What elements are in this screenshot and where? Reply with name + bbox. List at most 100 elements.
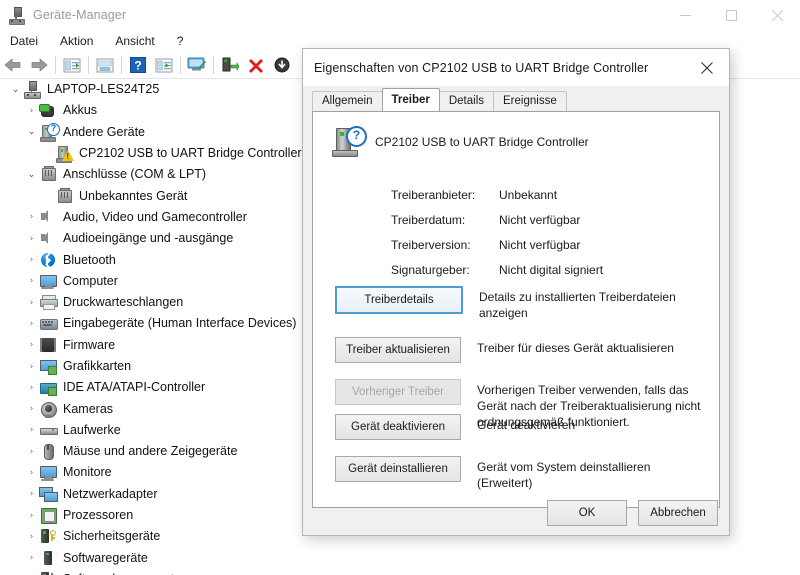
properties-dialog: Eigenschaften von CP2102 USB to UART Bri…: [302, 48, 730, 536]
uninstall-device-icon[interactable]: [243, 53, 269, 77]
tree-item-label: Firmware: [63, 335, 115, 356]
enable-device-icon[interactable]: [217, 53, 243, 77]
chevron-right-icon[interactable]: ›: [24, 484, 39, 505]
info-key: Treiberdatum:: [391, 213, 499, 227]
tree-item-label: Unbekanntes Gerät: [79, 186, 187, 207]
mouse-icon: [39, 443, 57, 460]
minimize-button[interactable]: [662, 0, 708, 30]
chevron-right-icon[interactable]: ›: [24, 313, 39, 334]
help-icon[interactable]: ?: [125, 53, 151, 77]
close-button[interactable]: [754, 0, 800, 30]
firmware-icon: [39, 337, 57, 354]
update-driver-icon[interactable]: [92, 53, 118, 77]
chevron-right-icon[interactable]: ›: [24, 250, 39, 271]
chevron-right-icon[interactable]: ›: [24, 505, 39, 526]
speaker-icon: [39, 230, 57, 247]
chevron-right-icon[interactable]: ›: [24, 207, 39, 228]
disable-device-button[interactable]: Gerät deaktivieren: [335, 414, 461, 440]
window-titlebar: Geräte-Manager: [0, 0, 800, 30]
monitor-icon: [39, 464, 57, 481]
port-icon: [39, 166, 57, 183]
info-value: Unbekannt: [499, 188, 557, 202]
tree-item-softwarekomponenten[interactable]: › Softwarekomponenten: [0, 569, 800, 575]
update-driver-description: Treiber für dieses Gerät aktualisieren: [477, 337, 674, 363]
cancel-button[interactable]: Abbrechen: [638, 500, 718, 526]
properties-icon[interactable]: [59, 53, 85, 77]
display-adapter-icon: [39, 358, 57, 375]
update-driver-button[interactable]: Treiber aktualisieren: [335, 337, 461, 363]
chevron-right-icon[interactable]: ›: [24, 526, 39, 547]
chevron-right-icon[interactable]: ›: [24, 399, 39, 420]
menu-item-ansicht[interactable]: Ansicht: [104, 30, 165, 52]
chevron-right-icon[interactable]: ›: [24, 335, 39, 356]
tree-item-label: Audioeingänge und -ausgänge: [63, 228, 233, 249]
chevron-right-icon[interactable]: ›: [24, 228, 39, 249]
dialog-footer: OK Abbrechen: [303, 491, 729, 535]
chevron-right-icon[interactable]: ›: [24, 569, 39, 575]
action-row: Treiberdetails Details zu installierten …: [335, 286, 707, 321]
tree-item-softwaregeraete[interactable]: › Softwaregeräte: [0, 548, 800, 569]
device-name: CP2102 USB to UART Bridge Controller: [375, 135, 589, 149]
menu-item-datei[interactable]: Datei: [0, 30, 49, 52]
tree-item-label: Druckwarteschlangen: [63, 292, 183, 313]
disk-drive-icon: [39, 422, 57, 439]
chevron-right-icon[interactable]: ›: [24, 100, 39, 121]
battery-icon: [39, 102, 57, 119]
device-manager-icon: [8, 7, 25, 24]
device-header: ? CP2102 USB to UART Bridge Controller: [331, 126, 589, 158]
monitor-icon: [39, 273, 57, 290]
chevron-right-icon[interactable]: ›: [24, 377, 39, 398]
info-value: Nicht verfügbar: [499, 238, 580, 252]
tree-item-label: Monitore: [63, 462, 112, 483]
menu-item-aktion[interactable]: Aktion: [49, 30, 104, 52]
chevron-down-icon[interactable]: ⌄: [24, 122, 39, 143]
printer-icon: [39, 294, 57, 311]
chevron-right-icon[interactable]: ›: [24, 420, 39, 441]
software-device-icon: [39, 550, 57, 567]
chevron-down-icon[interactable]: ⌄: [24, 164, 39, 185]
dialog-titlebar: Eigenschaften von CP2102 USB to UART Bri…: [303, 49, 729, 87]
chevron-right-icon[interactable]: ›: [24, 441, 39, 462]
ok-button[interactable]: OK: [547, 500, 627, 526]
dialog-close-button[interactable]: [684, 50, 729, 86]
processor-icon: [39, 507, 57, 524]
maximize-button[interactable]: [708, 0, 754, 30]
dialog-tabs: Allgemein Treiber Details Ereignisse: [312, 90, 566, 111]
tree-item-label: Kameras: [63, 399, 113, 420]
chevron-down-icon[interactable]: ⌄: [8, 79, 23, 100]
ide-controller-icon: [39, 379, 57, 396]
tree-item-label: Softwarekomponenten: [63, 569, 188, 575]
tab-panel-treiber: ? CP2102 USB to UART Bridge Controller T…: [312, 111, 720, 508]
scan-hardware-icon[interactable]: [151, 53, 177, 77]
show-hidden-icon[interactable]: [184, 53, 210, 77]
chevron-right-icon[interactable]: ›: [24, 462, 39, 483]
driver-info-table: Treiberanbieter: Unbekannt Treiberdatum:…: [391, 182, 603, 282]
tree-item-label: Grafikkarten: [63, 356, 131, 377]
update-icon[interactable]: [269, 53, 295, 77]
chevron-right-icon[interactable]: ›: [24, 548, 39, 569]
info-row: Treiberanbieter: Unbekannt: [391, 182, 603, 207]
dialog-body: Allgemein Treiber Details Ereignisse ? C…: [303, 86, 729, 535]
chevron-right-icon[interactable]: ›: [24, 271, 39, 292]
tab-details[interactable]: Details: [439, 91, 494, 111]
tab-ereignisse[interactable]: Ereignisse: [493, 91, 567, 111]
chevron-right-icon[interactable]: ›: [24, 292, 39, 313]
tree-item-label: Bluetooth: [63, 250, 116, 271]
tab-treiber[interactable]: Treiber: [382, 88, 440, 111]
hid-icon: [39, 315, 57, 332]
info-value: Nicht digital signiert: [499, 263, 603, 277]
tree-item-label: Andere Geräte: [63, 122, 145, 143]
menu-item-hilfe[interactable]: ?: [166, 30, 195, 52]
tree-item-label: Anschlüsse (COM & LPT): [63, 164, 206, 185]
back-icon[interactable]: [0, 53, 26, 77]
toolbar-separator: [180, 56, 181, 74]
forward-icon[interactable]: [26, 53, 52, 77]
toolbar-separator: [213, 56, 214, 74]
tree-item-label: Mäuse und andere Zeigegeräte: [63, 441, 237, 462]
uninstall-device-button[interactable]: Gerät deinstallieren: [335, 456, 461, 482]
driver-details-button[interactable]: Treiberdetails: [335, 286, 463, 314]
toolbar-separator: [55, 56, 56, 74]
tab-allgemein[interactable]: Allgemein: [312, 91, 383, 111]
chevron-right-icon[interactable]: ›: [24, 356, 39, 377]
software-component-icon: [39, 571, 57, 575]
